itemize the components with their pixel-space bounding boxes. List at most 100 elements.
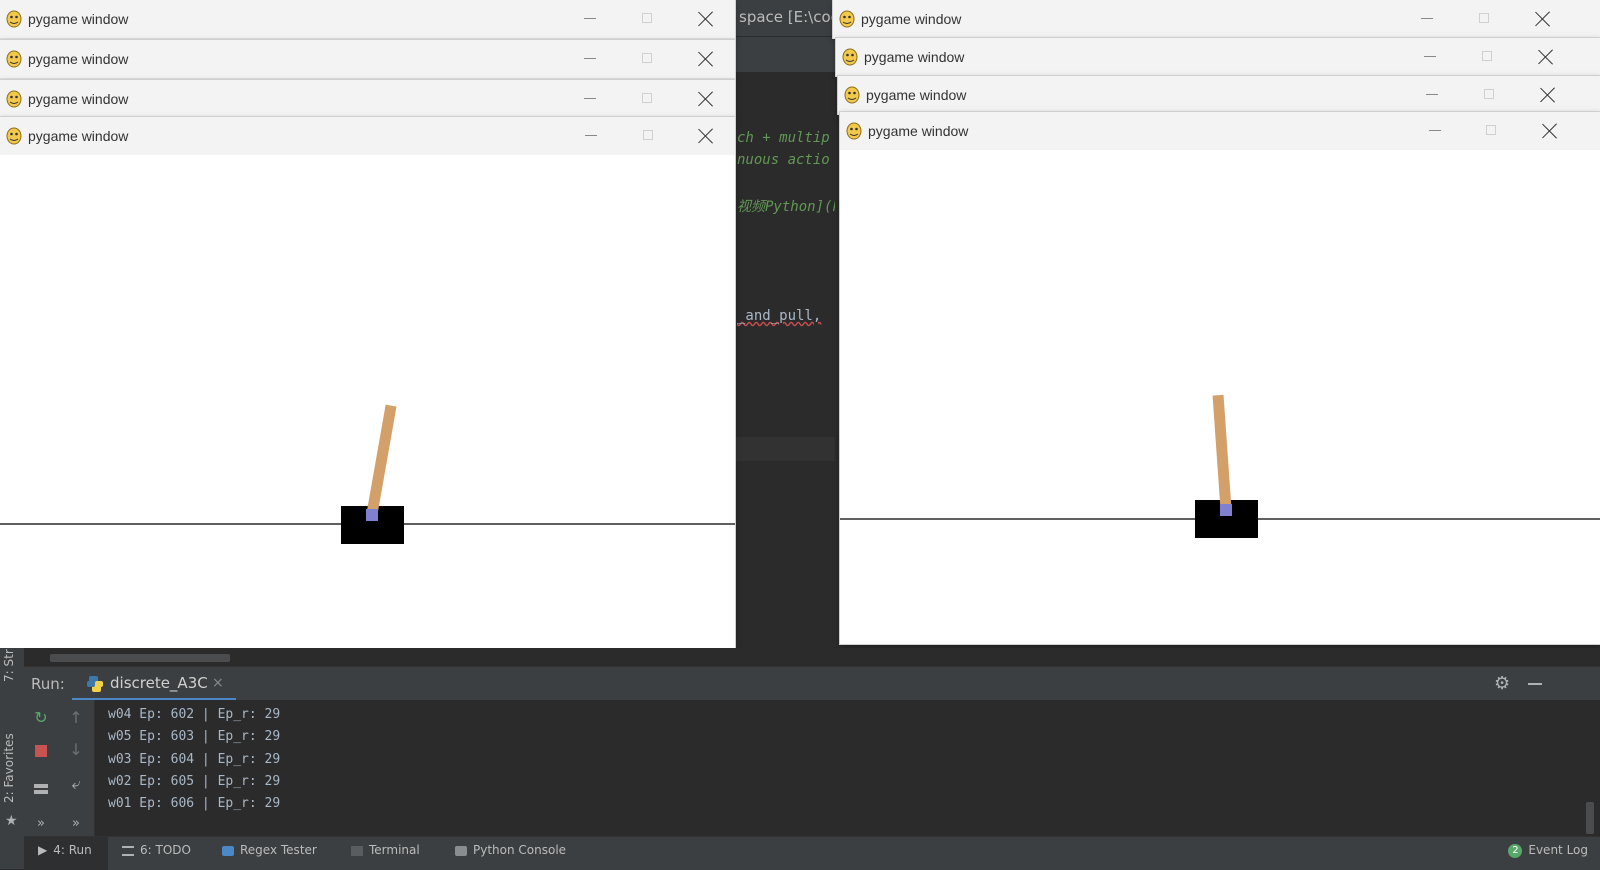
- structure-tab[interactable]: 7: Str: [2, 649, 16, 682]
- maximize-button[interactable]: [642, 13, 652, 23]
- window-title: pygame window: [28, 51, 129, 67]
- window-titlebar[interactable]: pygame window: [833, 0, 1600, 39]
- bottom-tab-regex-tester[interactable]: Regex Tester: [222, 843, 317, 857]
- favorites-tab[interactable]: 2: Favorites: [2, 733, 16, 803]
- bottom-tab-label: 4: Run: [53, 843, 92, 857]
- close-button[interactable]: [1542, 123, 1558, 139]
- window-title: pygame window: [861, 11, 962, 27]
- minimize-panel-icon[interactable]: [1528, 683, 1542, 685]
- pygame-snake-icon: [842, 48, 858, 66]
- soft-wrap-icon[interactable]: ⤶: [66, 774, 86, 794]
- maximize-button[interactable]: [642, 53, 652, 63]
- close-button[interactable]: [1538, 49, 1554, 65]
- editor-horizontal-scrollbar[interactable]: [24, 648, 1600, 666]
- window-titlebar[interactable]: pygame window: [0, 80, 735, 119]
- code-editor[interactable]: ch + multip nuous actio 视频Python](h _and…: [735, 72, 835, 662]
- pygame-window-active[interactable]: pygame window: [840, 112, 1600, 644]
- minimize-button[interactable]: [1426, 94, 1438, 95]
- layout-icon[interactable]: [31, 778, 51, 798]
- pygame-window[interactable]: pygame window: [836, 38, 1600, 77]
- arrow-down-icon[interactable]: ↓: [66, 740, 86, 760]
- close-button[interactable]: [1540, 87, 1556, 103]
- pygame-window[interactable]: pygame window: [0, 80, 735, 119]
- maximize-button[interactable]: [643, 130, 653, 140]
- minimize-button[interactable]: [1421, 18, 1433, 19]
- minimize-button[interactable]: [584, 18, 596, 19]
- scrollbar-thumb[interactable]: [50, 654, 230, 662]
- maximize-button[interactable]: [1486, 125, 1496, 135]
- code-token: _and_pull,: [737, 308, 822, 324]
- window-title: pygame window: [866, 87, 967, 103]
- event-log-label: Event Log: [1528, 843, 1588, 857]
- window-titlebar[interactable]: pygame window: [836, 38, 1600, 77]
- console-line: w02 Ep: 605 | Ep_r: 29: [108, 773, 281, 789]
- star-icon: ★: [5, 813, 18, 829]
- game-canvas[interactable]: [840, 150, 1600, 644]
- minimize-button[interactable]: [585, 135, 597, 136]
- run-label: Run:: [31, 675, 65, 693]
- console-toolbar: ↑ ↓ ⤶ »: [58, 700, 95, 836]
- maximize-button[interactable]: [1482, 51, 1492, 61]
- bottom-tab-run-content: ▶ 4: Run: [38, 843, 92, 857]
- window-title: pygame window: [28, 91, 129, 107]
- pygame-window[interactable]: pygame window: [0, 40, 735, 80]
- minimize-button[interactable]: [584, 58, 596, 59]
- rerun-icon[interactable]: ↻: [31, 708, 51, 728]
- pygame-snake-icon: [839, 10, 855, 28]
- bottom-tab-terminal[interactable]: Terminal: [351, 843, 420, 857]
- minimize-button[interactable]: [1429, 130, 1441, 131]
- pygame-window[interactable]: pygame window: [833, 0, 1600, 39]
- close-button[interactable]: [698, 128, 714, 144]
- console-scrollbar-thumb[interactable]: [1586, 802, 1594, 834]
- cartpole-scene: [0, 404, 735, 544]
- axle: [1220, 504, 1232, 516]
- pygame-window-active[interactable]: pygame window: [0, 117, 735, 648]
- pole: [1212, 394, 1232, 508]
- python-console-icon: [455, 845, 467, 856]
- gear-icon[interactable]: ⚙: [1494, 675, 1512, 693]
- close-button[interactable]: [1535, 11, 1551, 27]
- maximize-button[interactable]: [1484, 89, 1494, 99]
- more-actions-icon[interactable]: »: [66, 814, 86, 834]
- event-log-button[interactable]: 2 Event Log: [1508, 843, 1588, 858]
- pygame-snake-icon: [6, 127, 22, 145]
- maximize-button[interactable]: [1479, 13, 1489, 23]
- window-title: pygame window: [868, 123, 969, 139]
- maximize-button[interactable]: [642, 93, 652, 103]
- pygame-snake-icon: [846, 122, 862, 140]
- close-button[interactable]: [698, 11, 714, 27]
- close-tab-icon[interactable]: ×: [212, 667, 224, 700]
- bottom-tab-todo[interactable]: 6: TODO: [122, 843, 191, 857]
- editor-tab-bar: [735, 36, 835, 73]
- window-titlebar[interactable]: pygame window: [840, 112, 1600, 151]
- game-canvas[interactable]: [0, 155, 735, 648]
- event-count-badge: 2: [1508, 843, 1523, 858]
- play-icon: ▶: [38, 843, 48, 857]
- bottom-tab-label: 6: TODO: [140, 843, 191, 857]
- window-titlebar[interactable]: pygame window: [0, 117, 735, 156]
- stop-icon[interactable]: [31, 740, 51, 760]
- cartpole-scene: [840, 394, 1600, 538]
- more-actions-icon[interactable]: »: [31, 814, 51, 834]
- project-title: space [E:\code: [735, 0, 835, 36]
- window-title: pygame window: [28, 128, 129, 144]
- bottom-tab-label: Terminal: [369, 843, 420, 857]
- close-button[interactable]: [698, 51, 714, 67]
- window-titlebar[interactable]: pygame window: [0, 0, 735, 39]
- window-titlebar[interactable]: pygame window: [0, 40, 735, 79]
- arrow-up-icon[interactable]: ↑: [66, 708, 86, 728]
- console-line: w03 Ep: 604 | Ep_r: 29: [108, 751, 281, 767]
- pygame-window[interactable]: pygame window: [838, 76, 1600, 115]
- window-titlebar[interactable]: pygame window: [838, 76, 1600, 115]
- run-config-tab[interactable]: discrete_A3C ×: [72, 667, 236, 701]
- pygame-snake-icon: [6, 50, 22, 68]
- console-output[interactable]: w04 Ep: 602 | Ep_r: 29 w05 Ep: 603 | Ep_…: [108, 704, 280, 815]
- run-toolbar: ↻ »: [24, 700, 59, 836]
- bottom-tab-run[interactable]: ▶ 4: Run: [24, 837, 108, 870]
- close-button[interactable]: [698, 91, 714, 107]
- axle: [366, 509, 378, 521]
- minimize-button[interactable]: [1424, 56, 1436, 57]
- pygame-window[interactable]: pygame window: [0, 0, 735, 40]
- bottom-tab-python-console[interactable]: Python Console: [455, 843, 566, 857]
- minimize-button[interactable]: [584, 98, 596, 99]
